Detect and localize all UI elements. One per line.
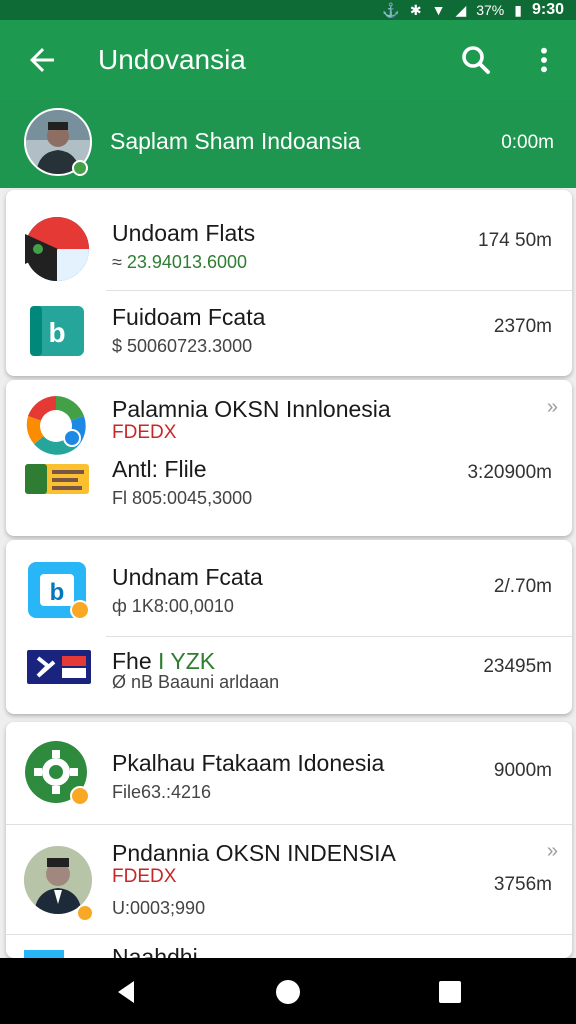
item-title: Undoam Flats <box>112 220 256 246</box>
list-item[interactable]: Palamnia OKSN Innlonesia FDEDX » <box>6 380 572 458</box>
item-meta: 3:20900m <box>467 462 552 483</box>
list-item[interactable]: Naahdhi.. <box>6 936 572 958</box>
item-meta: 3756m <box>493 874 552 895</box>
item-tag: FDEDX <box>112 866 177 887</box>
list-item[interactable]: Undoam Flats ≈ 23.94013.6000 174 50m <box>6 190 572 284</box>
svg-text:b: b <box>48 317 65 348</box>
item-subtitle-prefix: ≈ <box>112 252 127 272</box>
status-icons: ⚓ ✱ ▼ ◢ 37% ▮ 9:30 <box>382 0 564 20</box>
wifi-icon: ▼ <box>431 2 446 18</box>
item-title: Palamnia OKSN Innlonesia <box>112 396 391 422</box>
flag-card-icon <box>27 650 91 684</box>
chevron-double-right-icon[interactable]: » <box>547 396 558 419</box>
notification-icon: ⚓ <box>382 1 400 18</box>
item-subtitle: ф 1K8:00,0010 <box>112 596 234 616</box>
item-title: Fuidoam Fcata <box>112 304 266 330</box>
back-arrow-icon[interactable] <box>24 42 60 78</box>
home-circle-icon[interactable] <box>272 976 304 1008</box>
chevron-double-right-icon[interactable]: » <box>547 840 558 863</box>
bluetooth-icon: ✱ <box>409 1 422 18</box>
svg-text:b: b <box>50 579 65 606</box>
online-badge-icon <box>72 160 88 176</box>
item-subtitle: U:0003;990 <box>112 898 206 918</box>
item-meta: 2370m <box>493 316 552 337</box>
item-title: Undnam Fcata <box>112 564 263 590</box>
card-4: Pkalhau Ftakaam Idonesia File63.:4216 90… <box>6 722 572 958</box>
list-item[interactable]: b Undnam Fcata ф 1K8:00,0010 2/.70m <box>6 540 572 632</box>
app-bar: Undovansia <box>0 20 576 100</box>
app-title: Undovansia <box>98 44 246 75</box>
app-b-blue-icon: b <box>28 562 90 620</box>
item-title: Fhe I YZK <box>112 648 215 675</box>
item-meta: 9000m <box>493 760 552 781</box>
battery-percent: 37% <box>476 2 505 18</box>
ticket-card-icon <box>25 464 89 494</box>
back-triangle-icon[interactable] <box>110 976 142 1008</box>
list-item[interactable]: Antl: Flile Fl 805:0045,3000 3:20900m <box>6 450 572 536</box>
item-tag: FDEDX <box>112 422 177 443</box>
card-3: b Undnam Fcata ф 1K8:00,0010 2/.70m Fhe … <box>6 540 572 714</box>
item-meta: 174 50m <box>478 230 552 251</box>
item-title-highlight: I YZK <box>158 648 216 674</box>
item-subtitle: Fl 805:0045,3000 <box>112 488 253 508</box>
recents-square-icon[interactable] <box>434 976 466 1008</box>
more-vert-icon[interactable] <box>528 42 560 78</box>
list-item[interactable]: Pkalhau Ftakaam Idonesia File63.:4216 90… <box>6 722 572 822</box>
item-title-part: Fhe <box>112 648 159 674</box>
settings-gear-icon <box>25 741 90 806</box>
chat-meta: 0:00m <box>501 132 554 153</box>
colorful-circle-icon <box>26 396 86 456</box>
clock: 9:30 <box>531 1 564 18</box>
chat-header[interactable]: Saplam Sham Indoansia 0:00m <box>0 100 576 188</box>
status-bar: ⚓ ✱ ▼ ◢ 37% ▮ 9:30 <box>0 0 576 20</box>
list-item[interactable]: b Fuidoam Fcata $ 50060723.3000 2370m <box>6 290 572 376</box>
item-subtitle-value: 23.94013.6000 <box>126 252 248 272</box>
signal-icon: ◢ <box>455 1 467 18</box>
item-meta: 23495m <box>483 656 552 677</box>
item-subtitle: File63.:4216 <box>112 782 212 802</box>
card-1: Undoam Flats ≈ 23.94013.6000 174 50m b F… <box>6 190 572 376</box>
card-2: Palamnia OKSN Innlonesia FDEDX » Antl: F… <box>6 380 572 536</box>
item-title: Antl: Flile <box>112 456 207 482</box>
item-subtitle: $ 50060723.3000 <box>112 336 253 356</box>
divider <box>6 934 572 935</box>
chat-name: Saplam Sham Indoansia <box>110 128 361 154</box>
flag-circle-icon <box>25 217 89 281</box>
app-b-icon: b <box>30 306 84 356</box>
list-item[interactable]: Fhe I YZK Ø nB Baauni arldaan 23495m <box>6 636 572 714</box>
item-subtitle: ≈ 23.94013.6000 <box>112 252 247 273</box>
item-title: Pndannia OKSN INDENSIA <box>112 840 396 866</box>
search-icon[interactable] <box>458 42 494 78</box>
item-title: Pkalhau Ftakaam Idonesia <box>112 750 385 776</box>
list-item[interactable]: Pndannia OKSN INDENSIA FDEDX U:0003;990 … <box>6 824 572 934</box>
item-title: Naahdhi.. <box>112 944 211 958</box>
app-icon <box>24 950 64 958</box>
battery-icon: ▮ <box>514 1 522 18</box>
navigation-bar <box>0 958 576 1024</box>
verified-badge-icon <box>76 904 94 922</box>
item-meta: 2/.70m <box>493 576 552 597</box>
item-subtitle: Ø nB Baauni arldaan <box>112 672 280 692</box>
